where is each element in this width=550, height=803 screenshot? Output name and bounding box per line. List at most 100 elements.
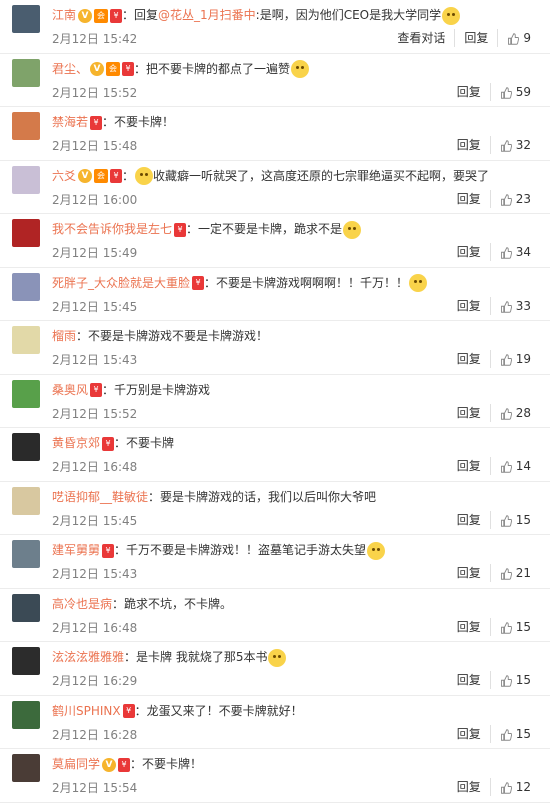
reply-button[interactable]: 回复 xyxy=(448,83,490,101)
like-button[interactable]: 15 xyxy=(489,671,540,689)
username-link[interactable]: 建军舅舅 xyxy=(52,543,100,557)
comment-content: 死胖子_大众脸就是大重脸 ¥ ：不要是卡牌游戏啊啊啊！！千万！！ xyxy=(52,274,542,294)
like-count: 15 xyxy=(515,673,531,687)
thumbs-up-icon xyxy=(500,674,512,687)
thumbs-up-icon xyxy=(500,353,512,366)
reply-button[interactable]: 回复 xyxy=(448,404,490,422)
username-link[interactable]: 君尘、 xyxy=(52,62,88,76)
like-button[interactable]: 32 xyxy=(489,136,540,154)
avatar[interactable] xyxy=(12,219,40,247)
reply-button[interactable]: 回复 xyxy=(448,350,490,368)
emoji-icon xyxy=(367,541,386,560)
username-link[interactable]: 江南 xyxy=(52,8,76,22)
like-button[interactable]: 14 xyxy=(489,457,540,475)
username-link[interactable]: 莫扁同学 xyxy=(52,757,100,771)
avatar[interactable] xyxy=(12,754,40,782)
vip-icon: 会 xyxy=(106,62,121,76)
reply-button[interactable]: 回复 xyxy=(448,243,490,261)
like-count: 15 xyxy=(515,512,531,527)
like-button[interactable]: 33 xyxy=(489,296,540,315)
username-link[interactable]: 鹤川SPHINX xyxy=(52,704,121,718)
like-button[interactable]: 59 xyxy=(489,82,540,101)
like-button[interactable]: 28 xyxy=(489,403,540,422)
comment-actions: 回复 15 xyxy=(448,671,540,689)
like-button[interactable]: 23 xyxy=(489,189,540,208)
emoji-icon xyxy=(135,167,154,185)
username-link[interactable]: 呓语抑郁__鞋敏徒 xyxy=(52,490,148,504)
reply-button[interactable]: 回复 xyxy=(448,671,490,689)
avatar[interactable] xyxy=(12,58,40,87)
like-button[interactable]: 12 xyxy=(489,778,540,796)
reply-button[interactable]: 回复 xyxy=(448,297,490,315)
thumbs-up-icon xyxy=(500,139,512,152)
like-button[interactable]: 19 xyxy=(489,350,540,368)
reply-button[interactable]: 回复 xyxy=(448,136,490,154)
username-link[interactable]: 黄昏京郊 xyxy=(52,436,100,450)
like-button[interactable]: 21 xyxy=(489,564,540,582)
view-conversation-link[interactable]: 查看对话 xyxy=(388,29,454,47)
avatar[interactable] xyxy=(12,112,40,140)
mention-link[interactable]: @花丛_1月扫番中 xyxy=(158,8,256,22)
thumbs-up-icon xyxy=(500,728,512,741)
avatar[interactable] xyxy=(12,165,40,194)
username-link[interactable]: 死胖子_大众脸就是大重脸 xyxy=(52,276,190,290)
comment-item: 禁海若 ¥ ：不要卡牌！ 2月12日 15:48 回复 32 xyxy=(0,107,550,161)
timestamp: 2月12日 15:43 xyxy=(52,567,138,581)
comment-text: ：回复 xyxy=(122,8,159,22)
red-packet-icon: ¥ xyxy=(122,704,135,718)
emoji-icon xyxy=(268,648,287,667)
verified-icon: V xyxy=(78,8,93,23)
comment-text: :是啊，因为他们CEO是我大学同学 xyxy=(255,8,442,22)
avatar[interactable] xyxy=(12,272,40,301)
avatar[interactable] xyxy=(12,379,40,408)
like-count: 28 xyxy=(515,405,531,420)
username-link[interactable]: 高冷也是病 xyxy=(52,597,112,611)
thumbs-up-icon xyxy=(500,407,512,420)
reply-button[interactable]: 回复 xyxy=(454,29,497,47)
avatar[interactable] xyxy=(12,5,40,33)
vip-icon: 会 xyxy=(94,8,109,23)
comment-item: 我不会告诉你我是左七 ¥ ：一定不要是卡牌，跪求不是 2月12日 15:49 回复 34 xyxy=(0,214,550,268)
reply-button[interactable]: 回复 xyxy=(448,457,490,475)
username-link[interactable]: 禁海若 xyxy=(52,115,88,129)
username-link[interactable]: 桑奥风 xyxy=(52,383,88,397)
comment-content: 君尘、 V 会 ¥ ：把不要卡牌的都点了一遍赞 xyxy=(52,60,542,80)
timestamp: 2月12日 15:52 xyxy=(52,85,138,100)
reply-button[interactable]: 回复 xyxy=(448,725,490,743)
comment-item: 六爻 V 会 ¥：收藏癖一听就哭了，这高度还原的七宗罪绝逼买不起啊，要哭了 2月12日 … xyxy=(0,161,550,214)
reply-button[interactable]: 回复 xyxy=(448,778,490,796)
comment-text: ：不要是卡牌游戏啊啊啊！！千万！！ xyxy=(204,275,409,290)
avatar[interactable] xyxy=(12,540,40,568)
username-link[interactable]: 六爻 xyxy=(52,169,76,183)
username-link[interactable]: 我不会告诉你我是左七 xyxy=(52,222,172,236)
thumbs-up-icon xyxy=(500,460,512,473)
like-button[interactable]: 9 xyxy=(497,29,540,47)
comment-content: 鹤川SPHINX ¥ ：龙蛋又来了！不要卡牌就好！ xyxy=(52,702,542,722)
avatar[interactable] xyxy=(12,326,40,354)
comment-actions: 回复 12 xyxy=(448,778,540,796)
avatar[interactable] xyxy=(12,593,40,622)
comment-actions: 回复 15 xyxy=(448,724,540,743)
avatar[interactable] xyxy=(12,700,40,729)
comment-list: 江南 V 会 ¥ ：回复@花丛_1月扫番中:是啊，因为他们CEO是我大学同学 2月12日 … xyxy=(0,0,550,803)
avatar[interactable] xyxy=(12,486,40,515)
reply-button[interactable]: 回复 xyxy=(448,564,490,582)
username-link[interactable]: 泫泫泫雅雅雅 xyxy=(52,650,124,664)
reply-button[interactable]: 回复 xyxy=(448,618,490,636)
thumbs-up-icon xyxy=(500,567,512,580)
like-button[interactable]: 15 xyxy=(489,510,540,529)
reply-button[interactable]: 回复 xyxy=(448,511,490,529)
timestamp: 2月12日 16:48 xyxy=(52,460,138,474)
like-button[interactable]: 15 xyxy=(489,617,540,636)
thumbs-up-icon xyxy=(500,300,512,313)
red-packet-icon: ¥ xyxy=(174,222,187,237)
avatar[interactable] xyxy=(12,433,40,461)
like-button[interactable]: 15 xyxy=(489,724,540,743)
comment-text: ：龙蛋又来了！不要卡牌就好！ xyxy=(134,703,303,718)
username-link[interactable]: 榴雨 xyxy=(52,329,76,343)
emoji-icon xyxy=(291,60,310,78)
reply-button[interactable]: 回复 xyxy=(448,190,490,208)
comment-content: 高冷也是病：跪求不坑，不卡牌。 xyxy=(52,595,542,615)
avatar[interactable] xyxy=(12,647,40,675)
like-button[interactable]: 34 xyxy=(489,243,540,261)
